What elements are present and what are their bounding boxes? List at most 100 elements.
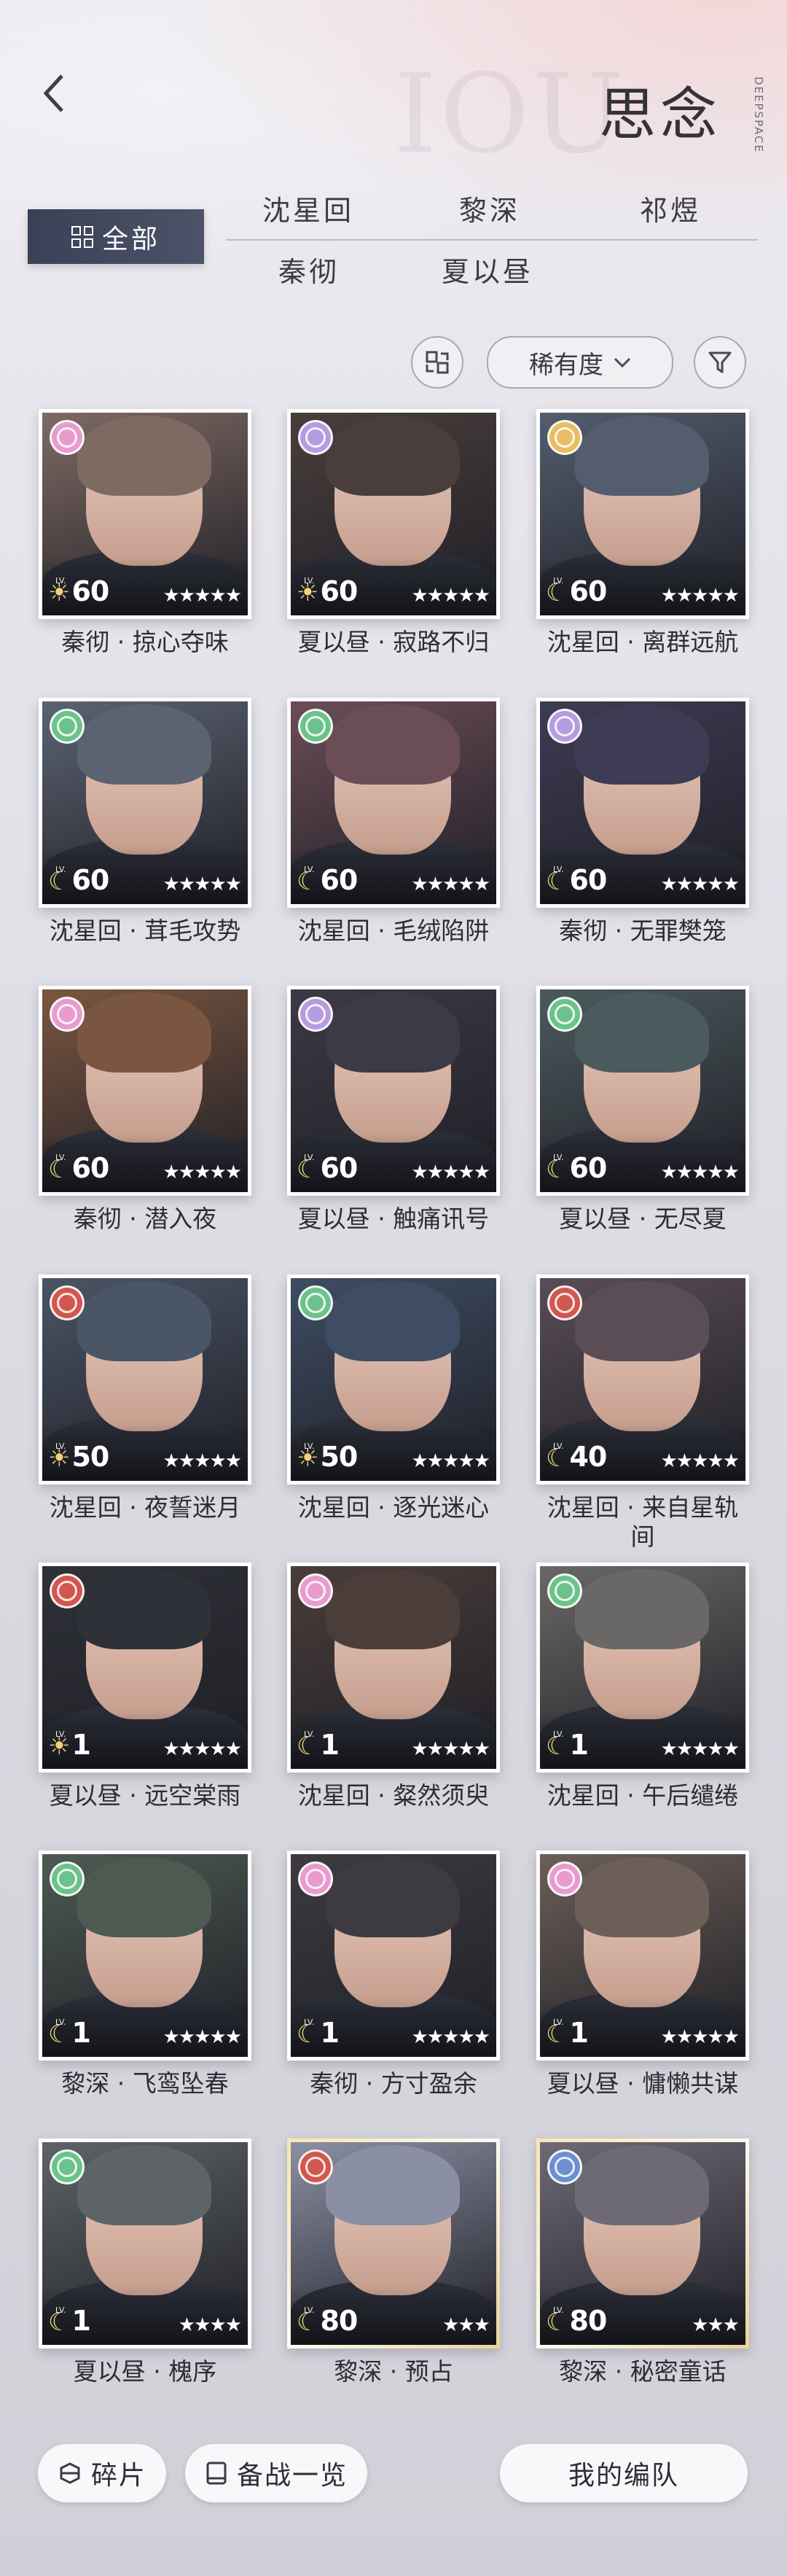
element-badge-icon (50, 709, 85, 744)
sort-dropdown[interactable]: 稀有度 (487, 336, 673, 389)
card-title: 夏以昼 · 慵懒共谋 (547, 2069, 739, 2098)
level-prefix: LV. (55, 1441, 66, 1451)
filter-button[interactable] (694, 336, 746, 389)
portrait-hair (326, 1857, 460, 1937)
level-value: 60 (320, 575, 358, 607)
tab-character-4[interactable]: 秦彻 (278, 249, 340, 289)
fragments-icon (60, 2462, 80, 2484)
element-badge-icon (298, 1573, 333, 1608)
star-rating: ★★★★★ (660, 2026, 740, 2048)
my-team-button[interactable]: 我的编队 (500, 2444, 748, 2502)
level-prefix: LV. (553, 1441, 564, 1451)
memory-card[interactable]: ☾ LV. 1 ★★★★ 夏以昼 · 槐序 (39, 2139, 251, 2386)
memory-card[interactable]: ☾ LV. 1 ★★★★★ 黎深 · 飞鸾坠春 (39, 1851, 251, 2098)
back-button[interactable] (32, 71, 76, 115)
memory-card[interactable]: ☾ LV. 40 ★★★★★ 沈星回 · 来自星轨间 (536, 1275, 749, 1552)
memory-card[interactable]: ☾ LV. 1 ★★★★★ 沈星回 · 午后缱绻 (536, 1563, 749, 1810)
level-indicator: ☀ LV. 1 (48, 1729, 91, 1759)
element-badge-icon (298, 2149, 333, 2184)
card-frame: ☀ LV. 50 ★★★★★ (287, 1275, 500, 1484)
level-prefix: LV. (304, 576, 315, 585)
memory-card[interactable]: ☾ LV. 80 ★★★ 黎深 · 预占 (287, 2139, 500, 2386)
view-toggle-button[interactable] (411, 336, 463, 389)
portrait-hair (77, 992, 211, 1073)
element-badge-icon (547, 1573, 582, 1608)
page-title: 思念 (598, 82, 721, 148)
level-value: 50 (320, 1441, 358, 1473)
memory-card[interactable]: ☾ LV. 60 ★★★★★ 沈星回 · 毛绒陷阱 (287, 698, 500, 946)
card-frame: ☾ LV. 1 ★★★★★ (287, 1851, 500, 2061)
card-artwork: ☾ LV. 60 ★★★★★ (540, 701, 745, 904)
memory-card[interactable]: ☾ LV. 60 ★★★★★ 沈星回 · 离群远航 (536, 409, 749, 657)
card-frame: ☾ LV. 60 ★★★★★ (536, 698, 749, 908)
level-value: 40 (569, 1441, 607, 1473)
memory-card[interactable]: ☀ LV. 1 ★★★★★ 夏以昼 · 远空棠雨 (39, 1563, 251, 1810)
memory-card[interactable]: ☾ LV. 1 ★★★★★ 夏以昼 · 慵懒共谋 (536, 1851, 749, 2098)
portrait-hair (575, 2145, 709, 2225)
level-indicator: ☾ LV. 80 (546, 2305, 607, 2335)
tab-character-2[interactable]: 黎深 (459, 188, 520, 228)
portrait-hair (326, 1569, 460, 1649)
level-indicator: ☀ LV. 60 (48, 576, 109, 605)
memory-card[interactable]: ☾ LV. 60 ★★★★★ 沈星回 · 茸毛攻势 (39, 698, 251, 946)
card-frame: ☾ LV. 1 ★★★★★ (536, 1563, 749, 1773)
level-prefix: LV. (553, 2017, 564, 2027)
level-value: 60 (569, 864, 607, 896)
level-prefix: LV. (304, 2017, 315, 2027)
star-rating: ★★★★★ (163, 585, 242, 607)
memory-card[interactable]: ☀ LV. 50 ★★★★★ 沈星回 · 夜誓迷月 (39, 1275, 251, 1522)
level-indicator: ☾ LV. 60 (297, 1153, 358, 1182)
card-title: 沈星回 · 夜誓迷月 (49, 1493, 241, 1522)
level-indicator: ☾ LV. 60 (48, 1153, 109, 1182)
memory-card[interactable]: ☾ LV. 1 ★★★★★ 沈星回 · 粲然须臾 (287, 1563, 500, 1810)
card-artwork: ☾ LV. 60 ★★★★★ (540, 413, 745, 615)
tab-all[interactable]: 全部 (28, 209, 204, 264)
tab-character-3[interactable]: 祁煜 (640, 188, 701, 228)
element-badge-icon (50, 1573, 85, 1608)
card-artwork: ☾ LV. 60 ★★★★★ (291, 989, 496, 1192)
level-prefix: LV. (553, 576, 564, 585)
card-title: 秦彻 · 方寸盈余 (310, 2069, 477, 2098)
memory-card[interactable]: ☾ LV. 60 ★★★★★ 夏以昼 · 触痛讯号 (287, 986, 500, 1234)
tab-character-1[interactable]: 沈星回 (262, 188, 354, 228)
level-indicator: ☾ LV. 80 (297, 2305, 358, 2337)
memory-card[interactable]: ☾ LV. 60 ★★★★★ 秦彻 · 潜入夜 (39, 986, 251, 1234)
memory-card[interactable]: ☾ LV. 1 ★★★★★ 秦彻 · 方寸盈余 (287, 1851, 500, 2098)
level-value: 1 (320, 1729, 339, 1761)
swap-view-icon (426, 351, 449, 374)
sort-label: 稀有度 (529, 350, 603, 380)
portrait-hair (326, 992, 460, 1073)
overview-button[interactable]: 备战一览 (185, 2444, 367, 2502)
level-indicator: ☾ LV. 1 (546, 2017, 589, 2047)
star-rating: ★★★★★ (411, 1161, 490, 1183)
portrait-hair (77, 1857, 211, 1937)
portrait-hair (77, 1281, 211, 1361)
card-artwork: ☾ LV. 80 ★★★ (540, 2142, 745, 2345)
level-prefix: LV. (553, 865, 564, 874)
memory-card[interactable]: ☀ LV. 60 ★★★★★ 夏以昼 · 寂路不归 (287, 409, 500, 657)
card-frame: ☾ LV. 60 ★★★★★ (287, 698, 500, 908)
tab-character-5[interactable]: 夏以昼 (442, 249, 533, 289)
level-indicator: ☾ LV. 60 (297, 865, 358, 894)
card-frame: ☾ LV. 60 ★★★★★ (536, 409, 749, 619)
fragments-button[interactable]: 碎片 (38, 2444, 166, 2502)
card-artwork: ☾ LV. 1 ★★★★★ (291, 1854, 496, 2057)
portrait-hair (326, 1281, 460, 1361)
memory-card[interactable]: ☾ LV. 60 ★★★★★ 秦彻 · 无罪樊笼 (536, 698, 749, 946)
card-frame: ☾ LV. 40 ★★★★★ (536, 1275, 749, 1484)
star-rating: ★★★★ (178, 2314, 242, 2336)
level-value: 60 (569, 575, 607, 607)
element-badge-icon (50, 1861, 85, 1896)
level-value: 80 (320, 2305, 358, 2337)
card-artwork: ☾ LV. 1 ★★★★ (42, 2142, 248, 2345)
memory-card[interactable]: ☾ LV. 60 ★★★★★ 夏以昼 · 无尽夏 (536, 986, 749, 1234)
memory-card[interactable]: ☀ LV. 60 ★★★★★ 秦彻 · 掠心夺味 (39, 409, 251, 657)
my-team-label: 我的编队 (568, 2461, 679, 2491)
portrait-hair (77, 416, 211, 496)
star-rating: ★★★★★ (163, 1450, 242, 1472)
card-frame: ☀ LV. 60 ★★★★★ (39, 409, 251, 619)
card-title: 沈星回 · 午后缱绻 (547, 1781, 739, 1810)
memory-card[interactable]: ☾ LV. 80 ★★★ 黎深 · 秘密童话 (536, 2139, 749, 2386)
memory-card[interactable]: ☀ LV. 50 ★★★★★ 沈星回 · 逐光迷心 (287, 1275, 500, 1522)
card-title: 夏以昼 · 远空棠雨 (49, 1781, 241, 1810)
